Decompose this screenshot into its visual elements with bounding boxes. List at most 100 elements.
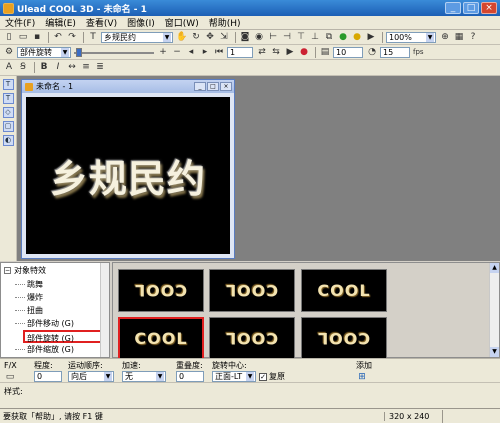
doc-minimize-button[interactable]: _ xyxy=(194,82,206,91)
effect-item-part-scale[interactable]: 部件缩放 (G) xyxy=(1,343,109,356)
play-anim-icon[interactable]: ▶ xyxy=(284,46,296,58)
overlap-field[interactable]: 0 xyxy=(176,371,204,382)
object-combo[interactable]: 部件旋转 ▼ xyxy=(17,46,71,58)
bold-icon[interactable]: B xyxy=(38,62,50,74)
align-right-icon[interactable]: ⊣ xyxy=(281,31,293,43)
reverse-icon[interactable]: ⇆ xyxy=(270,46,282,58)
scroll-down-icon[interactable]: ▼ xyxy=(490,347,499,357)
insert-shape-icon[interactable]: ▢ xyxy=(2,121,14,132)
add-group: 添加 ⊞ xyxy=(356,361,372,383)
zoom-combo[interactable]: 100% ▼ xyxy=(386,31,436,43)
slider-thumb[interactable] xyxy=(76,47,82,57)
loop-icon[interactable]: ⇄ xyxy=(256,46,268,58)
effect-item-dance[interactable]: 跳舞 xyxy=(1,278,109,291)
preview-canvas[interactable]: 乡规民约 xyxy=(26,97,230,254)
effect-thumbnail-selected[interactable]: COOL xyxy=(118,317,204,360)
split-icon[interactable]: ⧉ xyxy=(323,31,335,43)
remove-keyframe-icon[interactable]: − xyxy=(171,46,183,58)
add-keyframe-icon[interactable]: + xyxy=(157,46,169,58)
chevron-down-icon: ▼ xyxy=(246,372,254,381)
maximize-button[interactable]: □ xyxy=(463,2,479,14)
align-center-icon[interactable]: ≡ xyxy=(80,62,92,74)
repeat-checkbox[interactable]: ✓ xyxy=(259,372,267,381)
doc-maximize-button[interactable]: □ xyxy=(207,82,219,91)
menu-image[interactable]: 图像(I) xyxy=(122,16,160,29)
record-icon[interactable]: ● xyxy=(298,46,310,58)
edit-text-icon[interactable]: T xyxy=(2,93,14,104)
grid-icon[interactable]: ▦ xyxy=(453,31,465,43)
document-window[interactable]: 未命名 - 1 _ □ × 乡规民约 xyxy=(21,79,235,259)
yellow-dot-icon[interactable]: ● xyxy=(351,31,363,43)
accel-select[interactable]: 无 ▼ xyxy=(122,371,166,382)
align-top-icon[interactable]: ⊤ xyxy=(295,31,307,43)
redo-icon[interactable]: ↷ xyxy=(66,31,78,43)
current-frame-field[interactable]: 1 xyxy=(227,46,253,58)
order-select[interactable]: 向后 ▼ xyxy=(68,371,114,382)
chevron-down-icon: ▼ xyxy=(104,372,112,381)
timeline-slider[interactable] xyxy=(74,47,154,58)
effect-thumbnail[interactable]: COOL xyxy=(209,317,295,360)
green-dot-icon[interactable]: ● xyxy=(337,31,349,43)
effect-thumbnail[interactable]: COOL xyxy=(301,269,387,312)
undo-icon[interactable]: ↶ xyxy=(52,31,64,43)
doc-close-button[interactable]: × xyxy=(220,82,232,91)
scroll-up-icon[interactable]: ▲ xyxy=(490,263,499,273)
speed-icon[interactable]: ◔ xyxy=(366,46,378,58)
effects-scrollbar[interactable] xyxy=(100,263,109,357)
collapse-icon[interactable]: − xyxy=(4,267,11,274)
go-start-icon[interactable]: ⏮ xyxy=(213,46,225,58)
effects-tree-root[interactable]: − 对象特效 xyxy=(1,263,109,278)
camera-icon[interactable]: ◙ xyxy=(239,31,251,43)
font-icon[interactable]: Ꞩ xyxy=(17,62,29,74)
rotate-object-icon[interactable]: ↻ xyxy=(190,31,202,43)
zoom-in-icon[interactable]: ⊕ xyxy=(439,31,451,43)
gear-icon[interactable]: ⚙ xyxy=(3,46,15,58)
align-bottom-icon[interactable]: ⊥ xyxy=(309,31,321,43)
frames-icon[interactable]: ▤ xyxy=(319,46,331,58)
resize-object-icon[interactable]: ⇲ xyxy=(218,31,230,43)
window-title: Ulead COOL 3D - 未命名 - 1 xyxy=(17,4,147,15)
effect-thumbnail[interactable]: COOL xyxy=(118,269,204,312)
insert-graphic-icon[interactable]: ◇ xyxy=(2,107,14,118)
menu-help[interactable]: 帮助(H) xyxy=(204,16,246,29)
text-object-combo[interactable]: 乡规民约 ▼ xyxy=(101,31,173,43)
menu-edit[interactable]: 编辑(E) xyxy=(40,16,81,29)
effect-thumbnail[interactable]: COOL xyxy=(209,269,295,312)
light-icon[interactable]: ◉ xyxy=(253,31,265,43)
menu-bar: 文件(F) 编辑(E) 查看(V) 图像(I) 窗口(W) 帮助(H) xyxy=(0,16,500,30)
open-file-icon[interactable]: ▭ xyxy=(17,31,29,43)
effect-item-distort[interactable]: 扭曲 xyxy=(1,304,109,317)
insert-geometry-icon[interactable]: ◐ xyxy=(2,135,14,146)
hand-icon[interactable]: ✋ xyxy=(176,31,188,43)
prev-keyframe-icon[interactable]: ◂ xyxy=(185,46,197,58)
effect-thumbnail[interactable]: COOL xyxy=(301,317,387,360)
line-spacing-icon[interactable]: ≣ xyxy=(94,62,106,74)
menu-window[interactable]: 窗口(W) xyxy=(160,16,204,29)
menu-view[interactable]: 查看(V) xyxy=(81,16,122,29)
menu-file[interactable]: 文件(F) xyxy=(0,16,40,29)
effect-item-part-rotate[interactable]: 部件旋转 (G) xyxy=(23,330,105,343)
minimize-button[interactable]: _ xyxy=(445,2,461,14)
move-object-icon[interactable]: ✥ xyxy=(204,31,216,43)
save-icon[interactable]: ▪ xyxy=(31,31,43,43)
insert-text-icon[interactable]: T xyxy=(2,79,14,90)
new-file-icon[interactable]: ▯ xyxy=(3,31,15,43)
align-left-icon[interactable]: ⊢ xyxy=(267,31,279,43)
effect-item-explode[interactable]: 爆炸 xyxy=(1,291,109,304)
text-edit-icon[interactable]: A xyxy=(3,62,15,74)
total-frames-field[interactable]: 10 xyxy=(333,46,363,58)
canvas-3d-text[interactable]: 乡规民约 xyxy=(50,148,206,203)
next-keyframe-icon[interactable]: ▸ xyxy=(199,46,211,58)
italic-icon[interactable]: I xyxy=(52,62,64,74)
thumbnails-scrollbar[interactable]: ▲ ▼ xyxy=(489,263,499,357)
spacing-icon[interactable]: ↔ xyxy=(66,62,78,74)
close-button[interactable]: × xyxy=(481,2,497,14)
fps-field[interactable]: 15 xyxy=(380,46,410,58)
play-icon[interactable]: ▶ xyxy=(365,31,377,43)
help-pointer-icon[interactable]: ? xyxy=(467,31,479,43)
effect-item-part-move[interactable]: 部件移动 (G) xyxy=(1,317,109,330)
degree-field[interactable]: 0 xyxy=(34,371,62,382)
thumbnail-text: COOL xyxy=(225,281,279,300)
text-tool-icon[interactable]: T xyxy=(87,31,99,43)
rotation-center-select[interactable]: 正面-LT ▼ xyxy=(212,371,256,382)
